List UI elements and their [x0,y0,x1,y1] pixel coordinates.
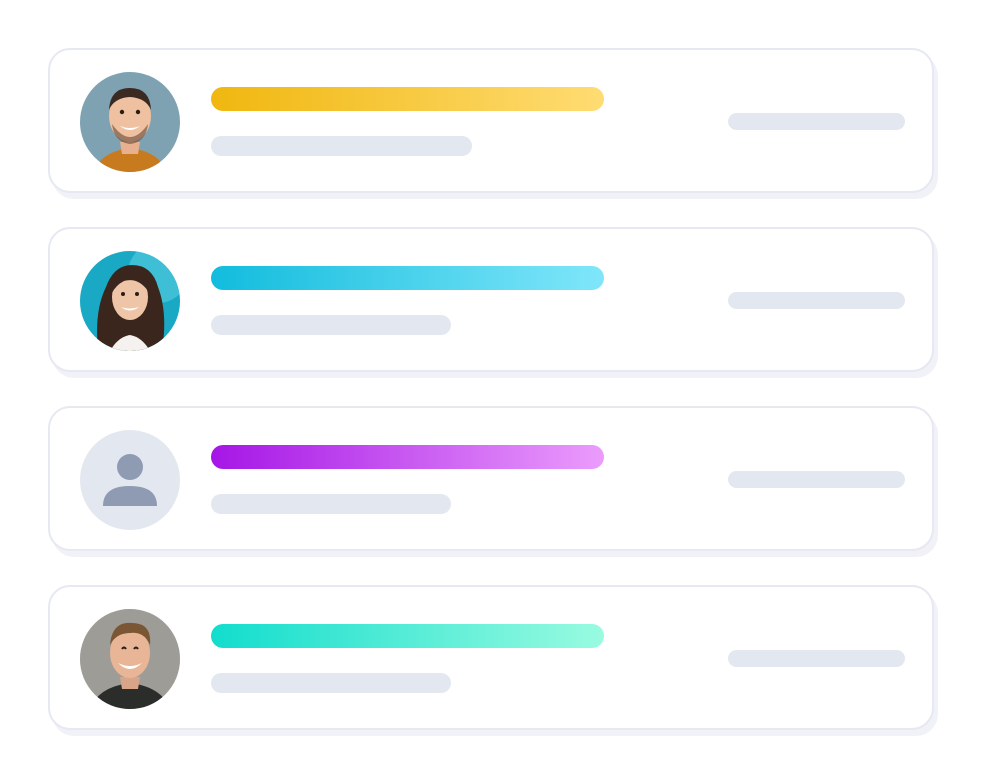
name-placeholder-bar [211,445,604,469]
woman-smiling-photo-icon [80,251,180,351]
name-placeholder-bar [211,266,604,290]
man-smiling-photo-icon [80,72,180,172]
list-item[interactable] [48,48,934,193]
meta-placeholder-bar [728,471,905,488]
list-item[interactable] [48,585,934,730]
list-item[interactable] [48,406,934,551]
default-user-icon [80,430,180,530]
name-placeholder-bar [211,624,604,648]
avatar [80,609,180,709]
avatar [80,72,180,172]
subtitle-placeholder-bar [211,673,451,693]
man-laughing-photo-icon [80,609,180,709]
meta-placeholder-bar [728,650,905,667]
user-list [0,0,984,782]
meta-placeholder-bar [728,113,905,130]
name-placeholder-bar [211,87,604,111]
avatar [80,251,180,351]
subtitle-placeholder-bar [211,136,472,156]
subtitle-placeholder-bar [211,315,451,335]
meta-placeholder-bar [728,292,905,309]
list-item[interactable] [48,227,934,372]
avatar [80,430,180,530]
subtitle-placeholder-bar [211,494,451,514]
